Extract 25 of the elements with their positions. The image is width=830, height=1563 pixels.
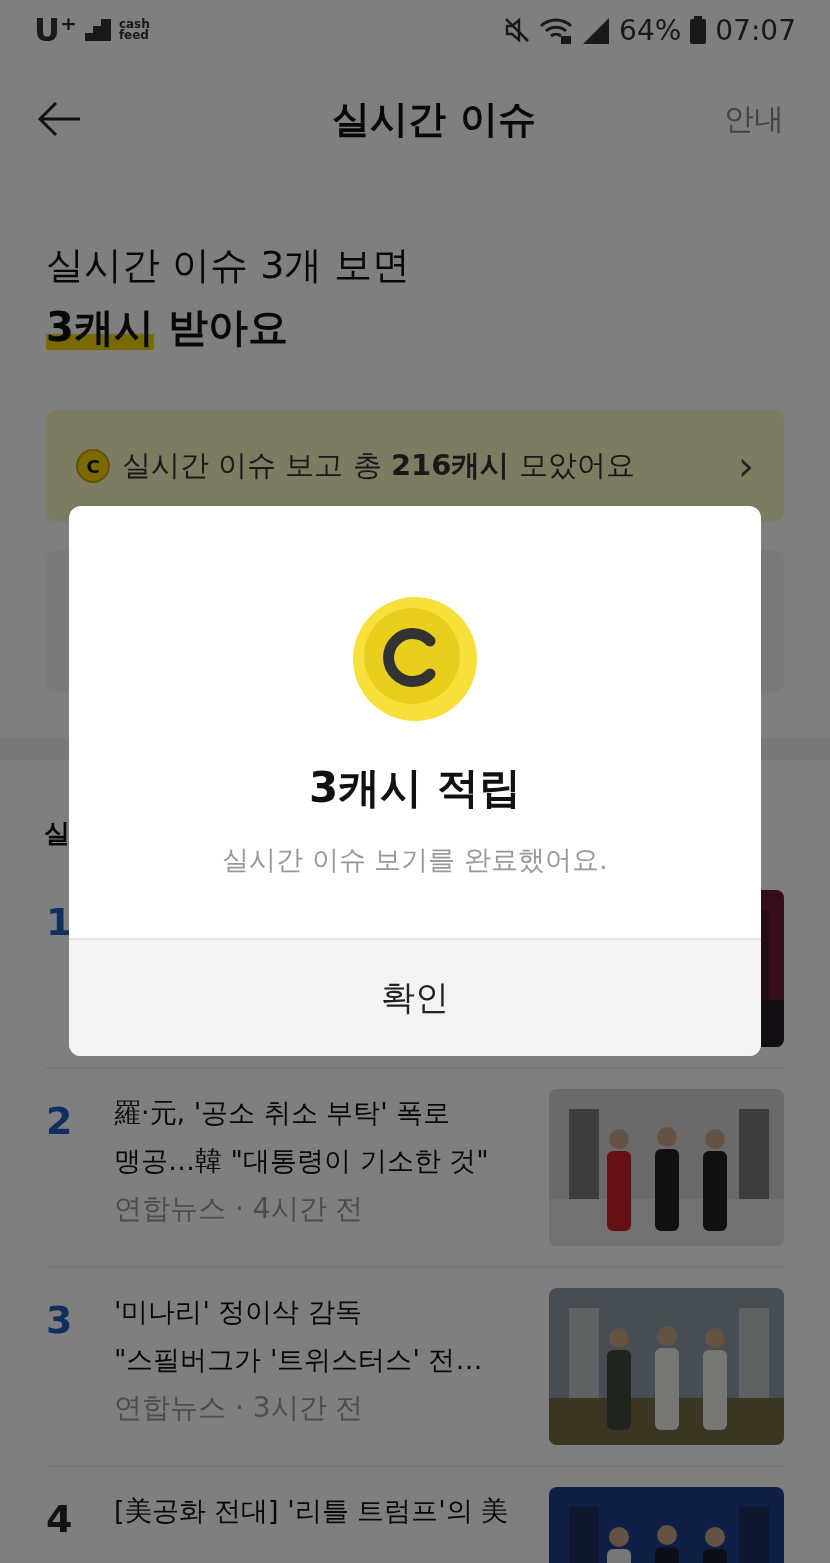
chevron-icon: › bbox=[738, 443, 754, 489]
headline-suffix: 받아요 bbox=[166, 304, 288, 350]
clock: 07:07 bbox=[715, 13, 796, 47]
page-title: 실시간 이슈 bbox=[332, 95, 536, 143]
rank-number: 4 bbox=[46, 1496, 74, 1543]
coin-icon bbox=[352, 596, 478, 722]
dialog-message: 실시간 이슈 보기를 완료했어요. bbox=[222, 843, 608, 877]
signal-icon bbox=[581, 16, 612, 44]
rank-number: 2 bbox=[46, 1098, 74, 1145]
article-title[interactable]: [美공화 전대] '리틀 트럼프'의 美 bbox=[114, 1487, 539, 1535]
confirm-button[interactable]: 확인 bbox=[69, 938, 761, 1056]
dialog-title: 3캐시 적립 bbox=[309, 762, 521, 814]
article-title[interactable]: '미나리' 정이삭 감독 "스필버그가 '트위스터스' 전… bbox=[114, 1288, 539, 1384]
battery-icon bbox=[689, 15, 708, 45]
wifi-icon bbox=[539, 16, 574, 44]
battery-percent: 64% bbox=[619, 13, 682, 47]
stairs-icon bbox=[84, 19, 111, 41]
banner-text: 실시간 이슈 보고 총 216캐시 모았어요 bbox=[122, 447, 636, 484]
coin-icon: C bbox=[76, 449, 110, 483]
rank-number: 3 bbox=[46, 1297, 74, 1344]
headline-text: 실시간 이슈 3개 보면 bbox=[46, 242, 412, 289]
carrier-label: U⁺ bbox=[34, 11, 77, 49]
article-title[interactable]: 羅·元, '공소 취소 부탁' 폭로 맹공…韓 "대통령이 기소한 것" bbox=[114, 1089, 539, 1185]
section-title: 실 bbox=[44, 817, 66, 850]
app-logo-text: cash feed bbox=[118, 19, 150, 41]
